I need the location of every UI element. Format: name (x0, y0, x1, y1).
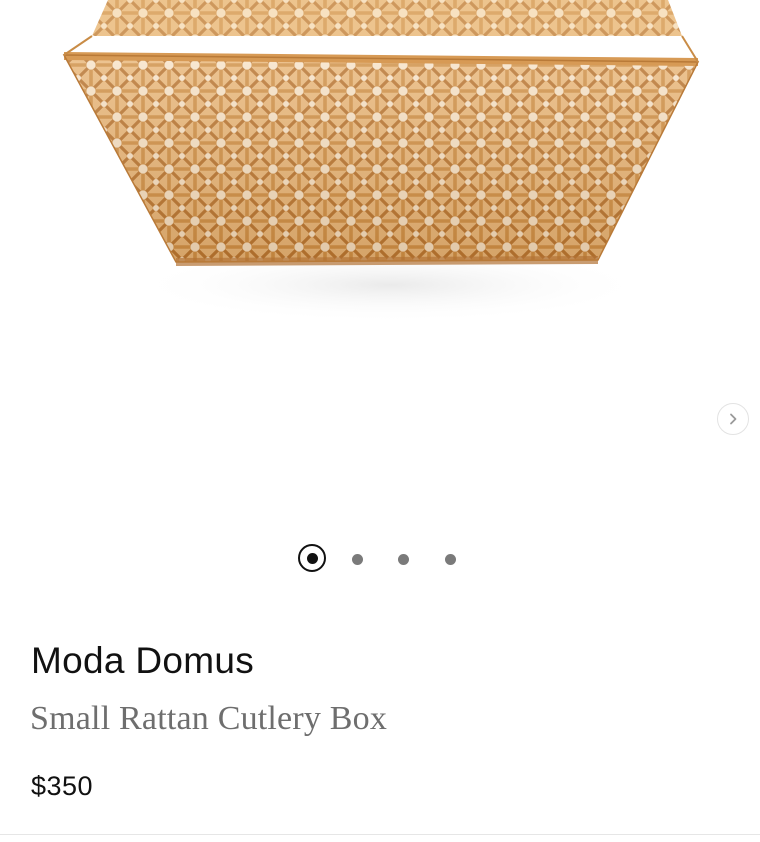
pagination-dot-1-active[interactable] (298, 544, 326, 572)
chevron-right-icon (730, 413, 737, 425)
pagination-dot-2[interactable] (352, 554, 363, 565)
product-image[interactable] (0, 0, 760, 530)
pagination-dot-3[interactable] (398, 554, 409, 565)
divider (0, 834, 760, 835)
product-title: Small Rattan Cutlery Box (30, 700, 388, 737)
gallery-pagination (0, 543, 760, 577)
product-image-gallery[interactable] (0, 0, 760, 530)
next-image-button[interactable] (717, 403, 749, 435)
product-price: $350 (31, 771, 94, 801)
pagination-dot-4[interactable] (445, 554, 456, 565)
brand-name[interactable]: Moda Domus (31, 640, 254, 682)
